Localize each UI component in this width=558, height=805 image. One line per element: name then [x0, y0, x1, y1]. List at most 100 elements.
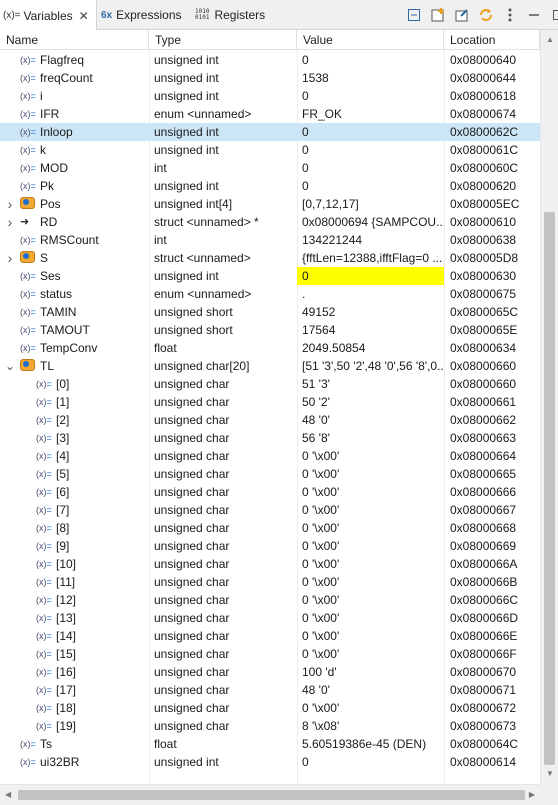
new-watch-icon[interactable]	[428, 5, 448, 25]
variable-value-cell[interactable]: 0	[297, 141, 444, 159]
refresh-icon[interactable]	[476, 5, 496, 25]
variable-value-cell[interactable]: 0 '\x00'	[297, 627, 444, 645]
table-row[interactable]: (x)= [14] unsigned char 0 '\x00' 0x0800066E	[0, 627, 540, 645]
scroll-left-icon[interactable]: ◀	[5, 790, 11, 799]
table-row[interactable]: › Pos unsigned int[4] [0,7,12,17] 0x080005EC	[0, 195, 540, 213]
variable-value-cell[interactable]: 2049.50854	[297, 339, 444, 357]
edit-layout-icon[interactable]	[452, 5, 472, 25]
variable-value-cell[interactable]: [0,7,12,17]	[297, 195, 444, 213]
chevron-right-icon[interactable]: ›	[5, 249, 15, 267]
table-row[interactable]: (x)= [9] unsigned char 0 '\x00' 0x08000669	[0, 537, 540, 555]
table-row[interactable]: (x)= freqCount unsigned int 1538 0x08000644	[0, 69, 540, 87]
table-row[interactable]: (x)= TAMOUT unsigned short 17564 0x0800065E	[0, 321, 540, 339]
table-row[interactable]: (x)= [18] unsigned char 0 '\x00' 0x08000672	[0, 699, 540, 717]
chevron-right-icon[interactable]: ›	[5, 195, 15, 213]
table-row[interactable]: (x)= MOD int 0 0x0800060C	[0, 159, 540, 177]
table-row[interactable]: (x)= [12] unsigned char 0 '\x00' 0x0800066C	[0, 591, 540, 609]
variable-value-cell[interactable]: 49152	[297, 303, 444, 321]
table-row[interactable]: › Sstruct <unnamed> {fftLen=12388,ifftFlag…	[0, 249, 540, 267]
table-row[interactable]: (x)= [13] unsigned char 0 '\x00' 0x0800066D	[0, 609, 540, 627]
table-row[interactable]: (x)= [16] unsigned char 100 'd' 0x08000670	[0, 663, 540, 681]
variable-value-cell[interactable]: {fftLen=12388,ifftFlag=0 ...	[297, 249, 444, 267]
tab-registers[interactable]: 1010 0101 Registers	[192, 0, 272, 30]
table-row[interactable]: (x)= [10] unsigned char 0 '\x00' 0x0800066A	[0, 555, 540, 573]
table-row[interactable]: (x)= k unsigned int 0 0x0800061C	[0, 141, 540, 159]
table-row[interactable]: (x)= IFR enum <unnamed> FR_OK 0x08000674	[0, 105, 540, 123]
table-row[interactable]: (x)= [17] unsigned char 48 '0' 0x08000671	[0, 681, 540, 699]
table-row[interactable]: (x)= [0] unsigned char 51 '3' 0x08000660	[0, 375, 540, 393]
variable-value-cell[interactable]: 5.60519386e-45 (DEN)	[297, 735, 444, 753]
column-header-name[interactable]: Name	[0, 30, 149, 50]
view-menu-icon[interactable]	[500, 5, 520, 25]
variable-value-cell[interactable]: 0 '\x00'	[297, 609, 444, 627]
variable-value-cell[interactable]: 50 '2'	[297, 393, 444, 411]
variable-value-cell[interactable]: 0 '\x00'	[297, 465, 444, 483]
variable-value-cell[interactable]: 0 '\x00'	[297, 519, 444, 537]
table-row[interactable]: (x)= RMSCount int 134221244 0x08000638	[0, 231, 540, 249]
column-header-type[interactable]: Type	[149, 30, 297, 50]
variable-value-cell[interactable]: 0	[297, 51, 444, 69]
variable-value-cell[interactable]: 0	[297, 159, 444, 177]
variable-value-cell[interactable]: 134221244	[297, 231, 444, 249]
variable-value-cell[interactable]: 0	[297, 267, 444, 285]
variable-value-cell[interactable]: 0 '\x00'	[297, 447, 444, 465]
maximize-icon[interactable]	[548, 5, 558, 25]
variable-value-cell[interactable]: 1538	[297, 69, 444, 87]
variable-value-cell[interactable]: 100 'd'	[297, 663, 444, 681]
variable-value-cell[interactable]: 56 '8'	[297, 429, 444, 447]
variable-value-cell[interactable]: 0	[297, 177, 444, 195]
variable-value-cell[interactable]: 0 '\x00'	[297, 483, 444, 501]
table-row[interactable]: (x)= Pk unsigned int 0 0x08000620	[0, 177, 540, 195]
table-row[interactable]: (x)= TempConv float 2049.50854 0x08000634	[0, 339, 540, 357]
variable-value-cell[interactable]: 0 '\x00'	[297, 537, 444, 555]
table-row[interactable]: (x)= TAMIN unsigned short 49152 0x0800065C	[0, 303, 540, 321]
table-row[interactable]: (x)= i unsigned int 0 0x08000618	[0, 87, 540, 105]
table-row[interactable]: › ➜ RD struct <unnamed> * 0x08000694 {SAMPCO…	[0, 213, 540, 231]
table-row[interactable]: (x)= [6] unsigned char 0 '\x00' 0x08000666	[0, 483, 540, 501]
variable-value-cell[interactable]: 0 '\x00'	[297, 645, 444, 663]
column-header-value[interactable]: Value	[297, 30, 444, 50]
vertical-scroll-thumb[interactable]	[544, 212, 555, 765]
variable-value-cell[interactable]: 48 '0'	[297, 411, 444, 429]
table-row[interactable]: (x)= [19] unsigned char 8 '\x08' 0x08000673	[0, 717, 540, 735]
table-row[interactable]: (x)= [7] unsigned char 0 '\x00' 0x08000667	[0, 501, 540, 519]
tab-variables[interactable]: (x)= Variables ✕	[0, 0, 97, 31]
scroll-down-icon[interactable]: ▼	[544, 768, 556, 780]
horizontal-scrollbar[interactable]: ◀ ▶	[0, 784, 540, 805]
variable-value-cell[interactable]: 0	[297, 87, 444, 105]
variable-value-cell[interactable]: 0 '\x00'	[297, 699, 444, 717]
variable-value-cell[interactable]: FR_OK	[297, 105, 444, 123]
collapse-all-icon[interactable]	[404, 5, 424, 25]
minimize-icon[interactable]	[524, 5, 544, 25]
variable-value-cell[interactable]: 0 '\x00'	[297, 555, 444, 573]
table-row[interactable]: (x)= [1] unsigned char 50 '2' 0x08000661	[0, 393, 540, 411]
scroll-up-icon[interactable]: ▲	[544, 34, 556, 46]
variable-value-cell[interactable]: [51 '3',50 '2',48 '0',56 '8',0...	[297, 357, 444, 375]
variable-value-cell[interactable]: 0	[297, 123, 444, 141]
table-row[interactable]: (x)= [2] unsigned char 48 '0' 0x08000662	[0, 411, 540, 429]
variable-value-cell[interactable]: 51 '3'	[297, 375, 444, 393]
chevron-down-icon[interactable]: ⌄	[5, 357, 15, 375]
close-icon[interactable]: ✕	[79, 9, 89, 23]
table-row[interactable]: (x)= ui32BR unsigned int 0 0x08000614	[0, 753, 540, 771]
table-row[interactable]: (x)= [8] unsigned char 0 '\x00' 0x08000668	[0, 519, 540, 537]
variable-value-cell[interactable]: 0x08000694 {SAMPCOU...	[297, 213, 444, 231]
variable-value-cell[interactable]: .	[297, 285, 444, 303]
table-row[interactable]: ⌄ TL unsigned char[20] [51 '3',50 '2',48 '0…	[0, 357, 540, 375]
column-header-location[interactable]: Location	[444, 30, 540, 50]
table-row[interactable]: (x)= Inloop unsigned int 0 0x0800062C	[0, 123, 540, 141]
variable-value-cell[interactable]: 0 '\x00'	[297, 501, 444, 519]
variable-value-cell[interactable]: 48 '0'	[297, 681, 444, 699]
variable-value-cell[interactable]: 0	[297, 753, 444, 771]
table-row[interactable]: (x)= [4] unsigned char 0 '\x00' 0x08000664	[0, 447, 540, 465]
horizontal-scroll-thumb[interactable]	[18, 790, 525, 800]
variable-value-cell[interactable]: 0 '\x00'	[297, 591, 444, 609]
table-row[interactable]: (x)= Ses unsigned int 0 0x08000630	[0, 267, 540, 285]
table-row[interactable]: (x)= [5] unsigned char 0 '\x00' 0x08000665	[0, 465, 540, 483]
table-row[interactable]: (x)= status enum <unnamed>. 0x08000675	[0, 285, 540, 303]
variable-value-cell[interactable]: 0 '\x00'	[297, 573, 444, 591]
table-row[interactable]: (x)= [11] unsigned char 0 '\x00' 0x0800066B	[0, 573, 540, 591]
variable-value-cell[interactable]: 17564	[297, 321, 444, 339]
table-row[interactable]: (x)= [15] unsigned char 0 '\x00' 0x0800066F	[0, 645, 540, 663]
chevron-right-icon[interactable]: ›	[5, 213, 15, 231]
